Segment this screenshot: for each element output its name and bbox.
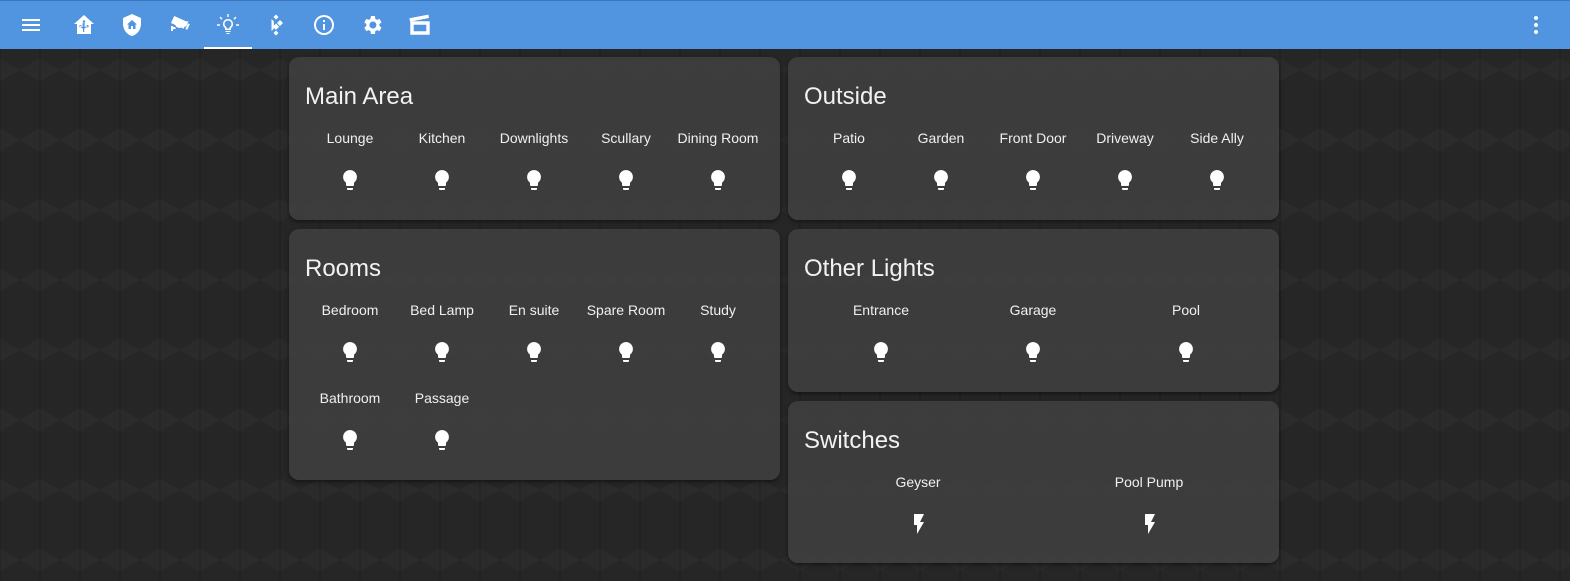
entity-study[interactable]: Study — [672, 301, 764, 364]
entity-label: Scullary — [601, 130, 651, 146]
lightbulb-icon — [614, 340, 638, 364]
tab-kodi[interactable] — [252, 1, 300, 49]
entity-geyser[interactable]: Geyser — [872, 473, 964, 536]
tab-home-assistant[interactable] — [60, 1, 108, 49]
lightbulb-icon — [430, 168, 454, 192]
lightbulb-icon — [1021, 168, 1045, 192]
entity-label: Geyser — [895, 474, 941, 490]
entity-garage[interactable]: Garage — [987, 301, 1079, 364]
entity-label: Pool Pump — [1114, 474, 1184, 490]
card-title: Outside — [804, 83, 887, 110]
entity-side-ally[interactable]: Side Ally — [1171, 129, 1263, 192]
entity-patio[interactable]: Patio — [803, 129, 895, 192]
lightbulb-icon — [929, 168, 953, 192]
entity-label: Garage — [1009, 302, 1057, 318]
entity-bathroom[interactable]: Bathroom — [304, 389, 396, 452]
entity-label: Dining Room — [677, 130, 759, 146]
entity-label: Bathroom — [319, 390, 381, 406]
top-app-bar — [0, 0, 1570, 49]
home-assistant-icon — [74, 15, 94, 34]
entity-pool[interactable]: Pool — [1140, 301, 1232, 364]
kodi-icon — [271, 14, 283, 36]
entity-label: Garden — [917, 130, 965, 146]
entity-downlights[interactable]: Downlights — [488, 129, 580, 192]
entity-bed-lamp[interactable]: Bed Lamp — [396, 301, 488, 364]
entity-label: Pool — [1171, 302, 1201, 318]
card-outside: Outside Patio Garden Front Door Driveway… — [788, 57, 1279, 220]
entity-label: Entrance — [852, 302, 910, 318]
lightbulb-icon — [338, 340, 362, 364]
lightbulb-icon — [1021, 340, 1045, 364]
menu-icon[interactable] — [7, 1, 55, 49]
entity-label: En suite — [508, 302, 560, 318]
entity-driveway[interactable]: Driveway — [1079, 129, 1171, 192]
entity-lounge[interactable]: Lounge — [304, 129, 396, 192]
lightbulb-icon — [522, 340, 546, 364]
lightbulb-icon — [338, 168, 362, 192]
active-tab-indicator — [204, 47, 252, 49]
card-main-area: Main Area Lounge Kitchen Downlights Scul… — [289, 57, 780, 220]
entity-bedroom[interactable]: Bedroom — [304, 301, 396, 364]
flash-icon — [906, 512, 930, 536]
entity-dining-room[interactable]: Dining Room — [672, 129, 764, 192]
entity-scullary[interactable]: Scullary — [580, 129, 672, 192]
entity-label: Bed Lamp — [410, 302, 474, 318]
card-title: Main Area — [305, 83, 414, 110]
entity-entrance[interactable]: Entrance — [835, 301, 927, 364]
movie-clapperboard-icon — [409, 14, 430, 35]
entity-label: Spare Room — [586, 302, 666, 318]
tab-info[interactable] — [300, 1, 348, 49]
info-icon — [314, 15, 334, 35]
lightbulb-icon — [706, 168, 730, 192]
lightbulb-icon — [1174, 340, 1198, 364]
entity-garden[interactable]: Garden — [895, 129, 987, 192]
card-other-lights: Other Lights Entrance Garage Pool — [788, 229, 1279, 392]
shield-home-icon — [123, 14, 141, 36]
tab-media[interactable] — [396, 1, 444, 49]
entity-label: Lounge — [326, 130, 374, 146]
tab-settings[interactable] — [348, 1, 396, 49]
cctv-icon — [171, 16, 190, 31]
card-title: Rooms — [305, 255, 382, 282]
entity-label: Kitchen — [418, 130, 466, 146]
lightbulb-icon — [869, 340, 893, 364]
tab-cameras[interactable] — [156, 1, 204, 49]
entity-label: Front Door — [999, 130, 1067, 146]
lightbulb-icon — [338, 428, 362, 452]
entity-label: Bedroom — [321, 302, 379, 318]
entity-passage[interactable]: Passage — [396, 389, 488, 452]
lightbulb-icon — [706, 340, 730, 364]
lightbulb-icon — [522, 168, 546, 192]
entity-label: Study — [700, 302, 736, 318]
overflow-menu-button[interactable] — [1512, 1, 1560, 49]
entity-label: Downlights — [499, 130, 569, 146]
lightbulb-icon — [1113, 168, 1137, 192]
entity-pool-pump[interactable]: Pool Pump — [1103, 473, 1195, 536]
entity-label: Driveway — [1096, 130, 1154, 146]
entity-en-suite[interactable]: En suite — [488, 301, 580, 364]
card-rooms: Rooms Bedroom Bed Lamp En suite Spare Ro… — [289, 229, 780, 480]
lightbulb-icon — [430, 428, 454, 452]
tab-lights[interactable] — [204, 1, 252, 49]
entity-label: Side Ally — [1190, 130, 1244, 146]
dots-vertical-icon — [1534, 16, 1538, 34]
entity-label: Passage — [414, 390, 470, 406]
entity-label: Patio — [833, 130, 865, 146]
card-title: Other Lights — [804, 255, 935, 282]
lightbulb-icon — [1205, 168, 1229, 192]
lightbulb-outline-icon — [217, 14, 239, 34]
gear-icon — [364, 16, 382, 34]
entity-kitchen[interactable]: Kitchen — [396, 129, 488, 192]
lightbulb-icon — [614, 168, 638, 192]
lightbulb-icon — [430, 340, 454, 364]
card-title: Switches — [804, 427, 901, 454]
entity-front-door[interactable]: Front Door — [987, 129, 1079, 192]
card-switches: Switches Geyser Pool Pump — [788, 401, 1279, 563]
tab-security[interactable] — [108, 1, 156, 49]
lightbulb-icon — [837, 168, 861, 192]
entity-spare-room[interactable]: Spare Room — [580, 301, 672, 364]
flash-icon — [1137, 512, 1161, 536]
